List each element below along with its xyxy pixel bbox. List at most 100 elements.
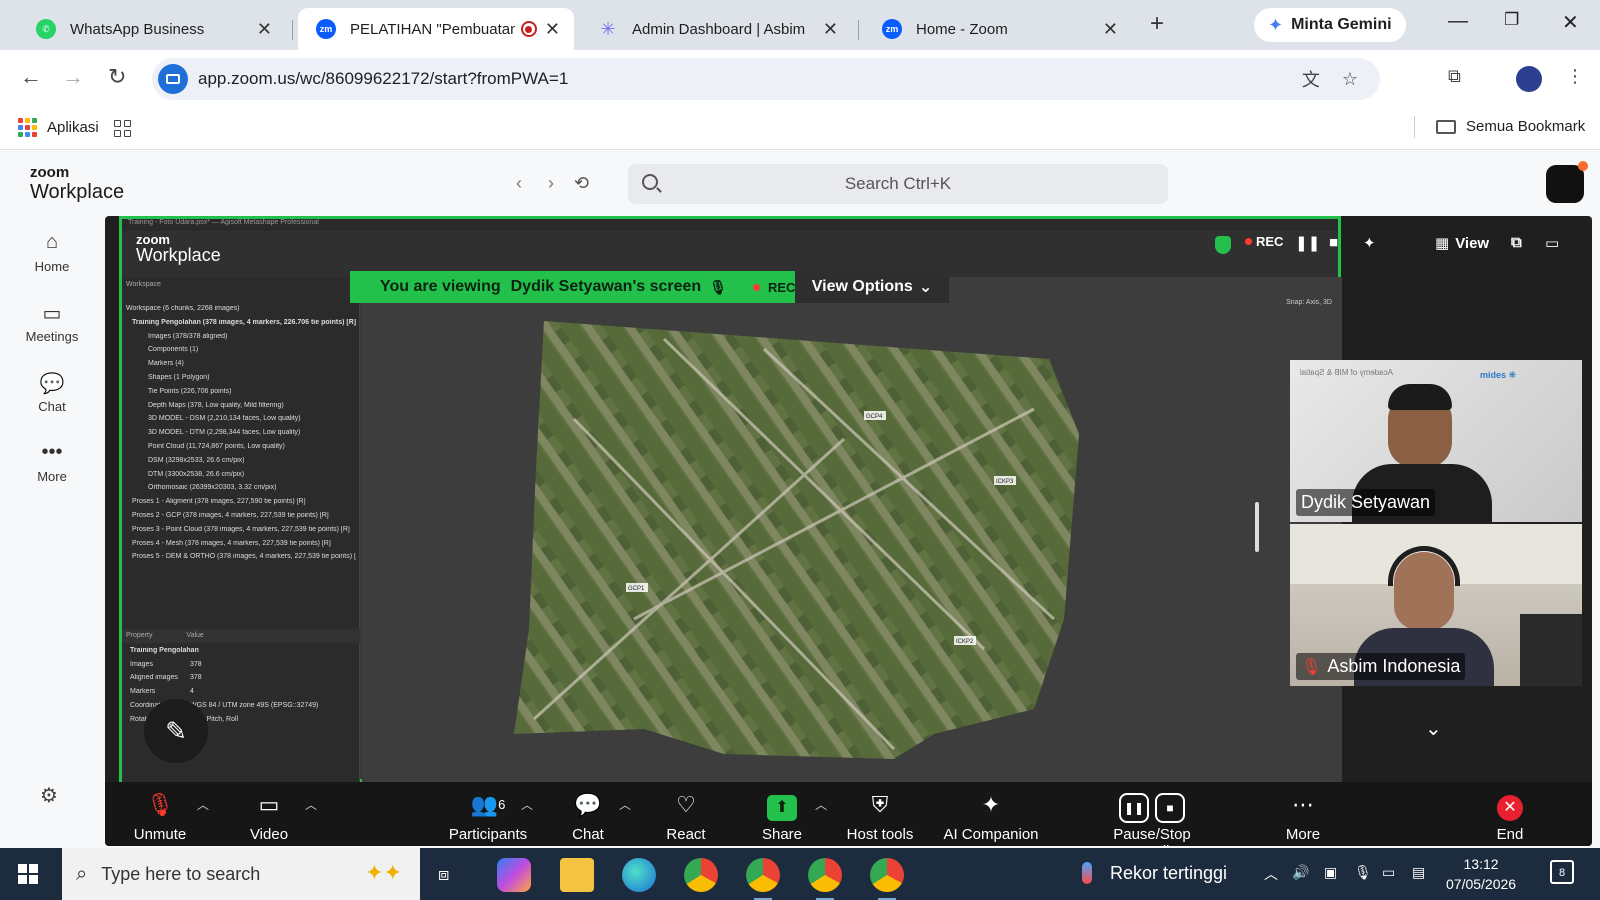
sidebar-item-more[interactable]: ••• More [0,441,104,484]
clock[interactable]: 13:12 07/05/2026 [1446,854,1516,894]
chevron-down-icon[interactable]: ⌄ [1425,716,1442,741]
workspace-tree-item[interactable]: Training Pengolahan (378 images, 4 marke… [126,319,356,333]
nav-forward-icon[interactable]: › [548,173,554,194]
weather-widget[interactable]: Rekor tertinggi [1082,862,1227,884]
tab-home-zoom[interactable]: zm Home - Zoom ✕ [864,8,1132,50]
recording-indicator[interactable]: REC [1245,234,1283,249]
audio-options-caret[interactable]: ︿ [197,796,209,813]
pause-stop-recording-button[interactable]: ❚❚■ Pause/Stop Recording [1077,790,1227,846]
battery-icon[interactable]: ▭ [1382,864,1395,881]
tab-whatsapp[interactable]: ✆ WhatsApp Business ✕ [18,8,286,50]
zoom-profile-avatar[interactable] [1546,161,1588,203]
workspace-tree-item[interactable]: Proses 1 - Aligment (378 images, 227,590… [126,498,356,512]
chrome-active-icon[interactable] [808,858,842,900]
workspace-tree-item[interactable]: Tie Points (226,706 points) [126,388,356,402]
close-icon[interactable]: ✕ [545,19,560,40]
edge-icon[interactable] [622,858,656,892]
more-button[interactable]: ⋯ More [1283,790,1323,843]
notification-icon[interactable]: 8 [1550,860,1574,884]
workspace-tree-item[interactable]: Point Cloud (11,724,867 points, Low qual… [126,443,356,457]
start-button[interactable] [18,864,38,884]
apps-bookmark[interactable]: Aplikasi [18,118,99,137]
view-button[interactable]: ▦ View [1435,234,1489,253]
bookmark-star-icon[interactable]: ☆ [1342,69,1358,90]
network-icon[interactable]: ▤ [1412,864,1425,881]
workspace-tree-item[interactable]: Proses 3 - Point Cloud (378 images, 4 ma… [126,526,356,540]
tab-admin-dashboard[interactable]: ✳ Admin Dashboard | Asbim ✕ [580,8,852,50]
volume-icon[interactable]: 🔊 [1292,864,1309,881]
participant-tile-asbim[interactable]: 🎙 Asbim Indonesia [1290,524,1582,686]
pip-icon[interactable]: ⧉ [1511,234,1522,251]
new-tab-button[interactable]: + [1150,10,1164,38]
tab-groups-icon[interactable] [114,120,131,137]
workspace-tree-item[interactable]: Images (378/378 aligned) [126,333,356,347]
workspace-tree-item[interactable]: 3D MODEL - DTM (2,298,344 faces, Low qua… [126,429,356,443]
chat-options-caret[interactable]: ︿ [619,796,631,813]
video-options-caret[interactable]: ︿ [305,796,317,813]
stop-recording-icon[interactable]: ■ [1329,234,1338,251]
workspace-tree-item[interactable]: Proses 5 - DEM & ORTHO (378 images, 4 ma… [126,553,356,567]
workspace-tree-item[interactable]: Proses 2 - GCP (378 images, 4 markers, 2… [126,512,356,526]
site-info-icon[interactable] [158,64,188,94]
sidebar-item-home[interactable]: ⌂ Home [0,231,104,274]
chrome-pwa-icon[interactable] [870,858,904,900]
tab-search-icon[interactable]: ⧉ [1448,66,1461,87]
all-bookmarks[interactable]: Semua Bookmark [1436,118,1585,135]
participants-button[interactable]: 👥6 Participants [443,790,533,843]
workspace-tree-item[interactable]: DSM (3298x2533, 26.6 cm/pix) [126,457,356,471]
panel-scrollbar[interactable] [1255,502,1259,552]
address-bar[interactable]: app.zoom.us/wc/86099622172/start?fromPWA… [152,58,1380,100]
workspace-tree-item[interactable]: Shapes (1 Polygon) [126,374,356,388]
sidebar-item-meetings[interactable]: ▭ Meetings [0,301,104,344]
close-icon[interactable]: ✕ [1103,19,1118,40]
minimize-button[interactable]: — [1448,10,1468,33]
workspace-tree-item[interactable]: Depth Maps (378, Low quality, Mild filte… [126,402,356,416]
annotate-pencil-button[interactable]: ✎ [144,699,208,763]
participant-tile-dydik[interactable]: mides ❋ Academy of MIB & Spatial Dydik S… [1290,360,1582,522]
menu-icon[interactable]: ⋮ [1566,66,1584,87]
host-tools-button[interactable]: ⛨ Host tools [845,790,915,843]
settings-gear-icon[interactable]: ⚙ [40,783,58,808]
profile-avatar[interactable] [1516,66,1542,92]
file-explorer-icon[interactable] [560,858,594,892]
device-icon[interactable]: ▣ [1324,864,1337,881]
share-button[interactable]: ⬆ Share [757,790,807,843]
task-view-icon[interactable]: ⧈ [438,864,449,885]
tray-chevron-icon[interactable]: ︿ [1264,864,1278,884]
reload-button[interactable]: ↻ [108,64,126,90]
copilot-icon[interactable] [497,858,531,892]
forward-button[interactable]: → [62,64,84,90]
gemini-button[interactable]: ✦ Minta Gemini [1254,8,1406,42]
window-close-button[interactable]: ✕ [1562,10,1579,35]
close-icon[interactable]: ✕ [257,19,272,40]
microphone-icon[interactable]: 🎙 [1354,864,1372,881]
workspace-tree-item[interactable]: DTM (3300x2538, 26.6 cm/pix) [126,471,356,485]
restore-button[interactable]: ❐ [1504,10,1519,30]
chat-button[interactable]: 💬 Chat [565,790,611,843]
ai-companion-button[interactable]: ✦ AI Companion [941,790,1041,843]
workspace-tree-item[interactable]: 3D MODEL - DSM (2,210,134 faces, Low qua… [126,415,356,429]
encryption-shield-icon[interactable] [1215,236,1231,254]
chrome-profile-icon[interactable] [746,858,780,900]
zoom-search-input[interactable]: Search Ctrl+K [628,164,1168,204]
unmute-button[interactable]: 🎙 Unmute [125,790,195,843]
chrome-icon[interactable] [684,858,718,892]
react-button[interactable]: ♡ React [661,790,711,843]
participants-options-caret[interactable]: ︿ [521,796,533,813]
workspace-tree-item[interactable]: Workspace (6 chunks, 2268 images) [126,305,356,319]
tab-pelatihan[interactable]: zm PELATIHAN "Pembuatan I ✕ [298,8,574,50]
workspace-tree-item[interactable]: Components (1) [126,346,356,360]
close-icon[interactable]: ✕ [823,19,838,40]
sidebar-item-chat[interactable]: 💬 Chat [0,371,104,414]
workspace-tree-item[interactable]: Orthomosaic (26399x20303, 3.32 cm/pix) [126,484,356,498]
translate-icon[interactable]: 文 [1302,66,1320,92]
ai-sparkle-icon[interactable]: ✦ [1363,234,1376,252]
taskbar-search-input[interactable]: ⌕ Type here to search ✦✦ [62,848,420,900]
share-options-caret[interactable]: ︿ [815,796,827,813]
pause-recording-icon[interactable]: ❚❚ [1295,234,1320,252]
fullscreen-icon[interactable]: ▭ [1545,234,1559,252]
view-options-button[interactable]: View Options ⌄ [795,271,949,303]
end-button[interactable]: ✕ End [1490,790,1530,843]
nav-back-icon[interactable]: ‹ [516,173,522,194]
workspace-tree-item[interactable]: Markers (4) [126,360,356,374]
